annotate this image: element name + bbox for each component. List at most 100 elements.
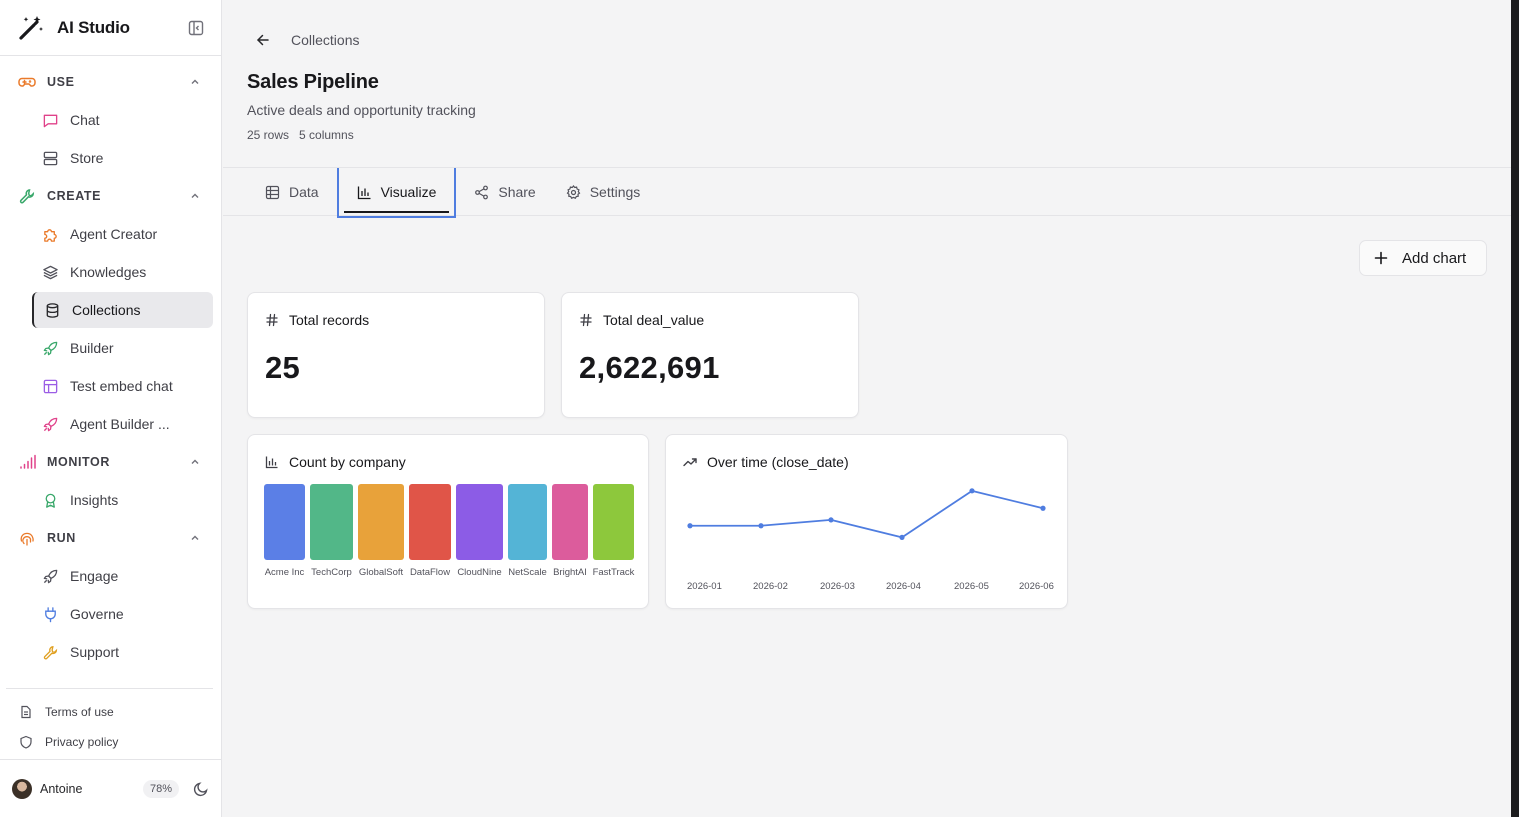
add-chart-label: Add chart: [1402, 249, 1467, 267]
section-monitor[interactable]: MONITOR: [0, 444, 221, 480]
page-description: Active deals and opportunity tracking: [247, 102, 476, 118]
x-tick-label: 2026-02: [753, 581, 788, 592]
data-point[interactable]: [687, 523, 693, 529]
signal-icon: [20, 454, 36, 469]
privacy-link[interactable]: Privacy policy: [6, 727, 213, 757]
puzzle-icon: [44, 228, 57, 242]
sidebar-item-agent-creator[interactable]: Agent Creator: [32, 216, 213, 252]
message-square-icon: [43, 114, 58, 127]
tab-visualize[interactable]: Visualize: [336, 168, 457, 218]
rocket-icon: [43, 417, 58, 431]
page-title: Sales Pipeline: [247, 71, 379, 93]
sidebar-item-label: Engage: [70, 568, 119, 584]
stat-card-total-records: Total records 25: [247, 292, 545, 418]
gamepad-icon: [18, 77, 36, 87]
breadcrumb-collections[interactable]: Collections: [291, 32, 359, 48]
stat-value: 2,622,691: [579, 350, 720, 385]
terms-link[interactable]: Terms of use: [6, 697, 213, 727]
x-tick-label: 2026-01: [687, 581, 722, 592]
bar[interactable]: [456, 484, 503, 560]
page-header: Collections Sales Pipeline Active deals …: [223, 0, 1511, 168]
chart-card-header: Over time (close_date): [683, 454, 849, 470]
series-line: [690, 489, 1044, 539]
data-point[interactable]: [828, 517, 834, 523]
database-icon: [46, 302, 59, 318]
stat-label: Total records: [289, 312, 370, 328]
chart-title: Over time (close_date): [707, 454, 849, 470]
data-point[interactable]: [758, 523, 764, 529]
bar[interactable]: [409, 484, 451, 560]
sidebar-footer: Terms of use Privacy policy: [6, 688, 213, 757]
section-label: CREATE: [47, 189, 102, 203]
tab-data[interactable]: Data: [253, 168, 331, 216]
data-point[interactable]: [1040, 505, 1046, 511]
bar[interactable]: [593, 484, 634, 560]
sidebar-item-support[interactable]: Support: [32, 634, 213, 670]
bar[interactable]: [310, 484, 353, 560]
sidebar-item-engage[interactable]: Engage: [32, 558, 213, 594]
hash-icon: [266, 313, 278, 327]
sidebar-item-label: Store: [70, 150, 104, 166]
add-chart-button[interactable]: Add chart: [1359, 240, 1487, 276]
layout-icon: [43, 379, 58, 393]
tab-settings[interactable]: Settings: [554, 168, 653, 216]
sidebar-item-knowledges[interactable]: Knowledges: [32, 254, 213, 290]
wrench-icon: [19, 189, 35, 204]
tab-label: Data: [289, 184, 319, 200]
x-tick-label: 2026-05: [954, 581, 989, 592]
server-icon: [43, 151, 58, 165]
section-run[interactable]: RUN: [0, 520, 221, 556]
chart-card-over-time: Over time (close_date) 2026-01 2026-02 202…: [665, 434, 1068, 609]
trending-up-icon: [683, 458, 697, 467]
stat-card-header: Total records: [265, 312, 369, 328]
sidebar-item-insights[interactable]: Insights: [32, 482, 213, 518]
sidebar-item-governe[interactable]: Governe: [32, 596, 213, 632]
section-label: USE: [47, 75, 75, 89]
sidebar-collapse-icon[interactable]: [187, 19, 205, 37]
data-point[interactable]: [899, 534, 905, 540]
sidebar-item-label: Knowledges: [70, 264, 147, 280]
shield-icon: [20, 735, 32, 749]
bar[interactable]: [552, 484, 588, 560]
tab-label: Share: [498, 184, 536, 200]
sidebar-item-chat[interactable]: Chat: [32, 102, 213, 138]
layers-icon: [43, 265, 58, 279]
sidebar-item-store[interactable]: Store: [32, 140, 213, 176]
sidebar-item-builder[interactable]: Builder: [32, 330, 213, 366]
avatar[interactable]: [12, 778, 32, 799]
x-tick-label: 2026-03: [820, 581, 855, 592]
bar[interactable]: [508, 484, 547, 560]
user-name: Antoine: [40, 781, 83, 796]
chevron-up-icon: [191, 459, 199, 464]
tab-label: Visualize: [380, 184, 437, 200]
rocket-icon: [43, 341, 58, 355]
section-label: MONITOR: [47, 455, 110, 469]
sidebar-item-label: Chat: [70, 112, 100, 128]
arrow-left-icon[interactable]: [255, 32, 271, 48]
wrench-icon: [43, 645, 58, 659]
bar-chart: Acme Inc TechCorp GlobalSoft DataFlow CloudN…: [264, 484, 635, 578]
app-name: AI Studio: [57, 17, 130, 37]
section-use[interactable]: USE: [0, 64, 221, 100]
sidebar-item-agent-builder[interactable]: Agent Builder ...: [32, 406, 213, 442]
stat-card-header: Total deal_value: [579, 312, 704, 328]
line-chart: 2026-01 2026-02 2026-03 2026-04 2026-05 2026-…: [687, 488, 1054, 592]
sidebar-item-test-embed-chat[interactable]: Test embed chat: [32, 368, 213, 404]
tab-share[interactable]: Share: [462, 168, 547, 216]
magic-wand-icon: [16, 13, 46, 43]
data-point[interactable]: [969, 488, 975, 494]
moon-icon[interactable]: [193, 781, 209, 797]
sidebar-item-collections[interactable]: Collections: [32, 292, 213, 328]
bar[interactable]: [358, 484, 404, 560]
tab-bar: Data Visualize Share Settings: [223, 168, 1511, 218]
section-create[interactable]: CREATE: [0, 178, 221, 214]
sidebar-item-label: Support: [70, 644, 120, 660]
sidebar-item-label: Agent Creator: [70, 226, 158, 242]
bar-label: CloudNine: [457, 567, 501, 578]
chart-card-header: Count by company: [265, 454, 406, 470]
bar-label: Acme Inc: [265, 567, 305, 578]
terms-label: Terms of use: [45, 705, 114, 719]
sidebar-nav: USE Chat Store CREATE Agent Creator Know…: [0, 56, 221, 670]
bar[interactable]: [264, 484, 305, 560]
table-icon: [265, 185, 280, 199]
